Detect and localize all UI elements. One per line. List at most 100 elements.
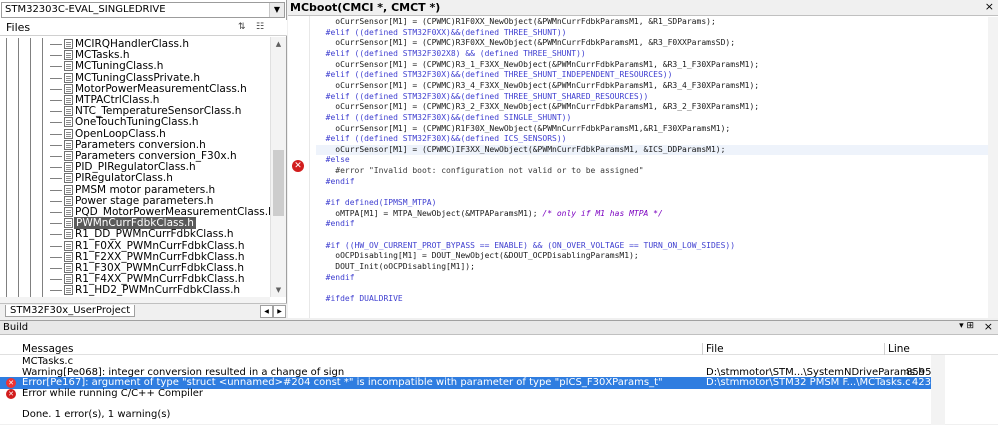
build-vertical-scrollbar[interactable] xyxy=(931,355,945,425)
close-icon[interactable]: × xyxy=(984,320,993,333)
tree-item[interactable]: MCTuningClassPrivate.h xyxy=(0,72,270,84)
tree-item[interactable]: OpenLoopClass.h xyxy=(0,128,270,140)
sort-icon[interactable]: ⇅ xyxy=(238,22,246,32)
tree-item[interactable]: NTC_TemperatureSensorClass.h xyxy=(0,105,270,117)
code-text: #if defined(IPMSM_MTPA) xyxy=(326,198,437,207)
tree-item-label: R1_F30X_PWMnCurrFdbkClass.h xyxy=(75,262,244,274)
tree-item[interactable]: Parameters conversion_F30x.h xyxy=(0,150,270,162)
tree-guide xyxy=(50,134,62,135)
error-marker-icon[interactable]: ✕ xyxy=(292,160,304,172)
header-file-icon xyxy=(64,39,73,49)
tree-vertical-scrollbar[interactable]: ▲ ▼ xyxy=(270,37,286,297)
tree-item[interactable]: R1_F30X_PWMnCurrFdbkClass.h xyxy=(0,262,270,274)
column-divider xyxy=(702,343,703,355)
code-line: #if defined(IPMSM_MTPA) xyxy=(316,198,436,208)
build-message: Done. 1 error(s), 1 warning(s) xyxy=(22,409,170,421)
tree-item[interactable]: PIRegulatorClass.h xyxy=(0,172,270,184)
tree-item-label: PMSM motor parameters.h xyxy=(75,184,215,196)
tree-item[interactable]: Power stage parameters.h xyxy=(0,195,270,207)
code-line: DOUT_Init(oOCPDisabling[M1]); xyxy=(316,262,475,272)
tree-item[interactable]: R1_F0XX_PWMnCurrFdbkClass.h xyxy=(0,240,270,252)
tree-item[interactable]: R1_HD2_PWMnCurrFdbkClass.h xyxy=(0,284,270,296)
code-text: oCurrSensor[M1] = (CPWMC)R3_1_F3XX_NewOb… xyxy=(335,60,759,69)
code-line: oCurrSensor[M1] = (CPWMC)R1F0XX_NewObjec… xyxy=(316,17,716,27)
editor-gutter: ✕ xyxy=(288,16,310,318)
header-file-icon xyxy=(64,185,73,195)
scroll-thumb[interactable] xyxy=(273,150,284,216)
scroll-up-icon[interactable]: ▲ xyxy=(271,37,286,51)
code-text: #endif xyxy=(326,273,355,282)
tree-guide xyxy=(50,234,62,235)
code-text: #elif ((defined STM32F30X)&&(defined THR… xyxy=(326,70,673,79)
tree-item[interactable]: R1_F4XX_PWMnCurrFdbkClass.h xyxy=(0,273,270,285)
tree-guide xyxy=(50,290,62,291)
error-icon: ✕ xyxy=(6,389,16,399)
tree-guide xyxy=(50,257,62,258)
tree-guide xyxy=(6,172,50,184)
tree-guide xyxy=(6,94,50,106)
code-line: #endif xyxy=(316,177,355,187)
tree-item[interactable]: MCTuningClass.h xyxy=(0,60,270,72)
editor-vertical-scrollbar[interactable] xyxy=(988,17,998,318)
tree-guide xyxy=(50,55,62,56)
close-icon[interactable]: × xyxy=(985,0,994,13)
code-comment: /* only if M1 has MTPA */ xyxy=(538,209,663,218)
tab-prev-icon[interactable]: ◀ xyxy=(260,305,273,318)
tree-guide xyxy=(6,60,50,72)
tree-item[interactable]: MCTasks.h xyxy=(0,49,270,61)
tree-item-label: PID_PIRegulatorClass.h xyxy=(75,161,196,173)
code-line: oCurrSensor[M1] = (CPWMC)IF3XX_NewObject… xyxy=(316,145,988,155)
tree-item-label: Parameters conversion_F30x.h xyxy=(75,150,237,162)
tree-guide xyxy=(6,284,50,296)
panel-options-icon[interactable]: ▾ ⊞ xyxy=(959,321,974,331)
scroll-down-icon[interactable]: ▼ xyxy=(271,283,286,297)
build-info-row[interactable]: Done. 1 error(s), 1 warning(s) xyxy=(0,409,998,421)
code-text: #else xyxy=(326,155,350,164)
configuration-select[interactable]: STM32303C-EVAL_SINGLEDRIVE ▼ xyxy=(1,2,285,18)
tab-next-icon[interactable]: ▶ xyxy=(273,305,286,318)
code-text: oCurrSensor[M1] = (CPWMC)R1F30X_NewObjec… xyxy=(335,124,730,133)
build-titlebar: Build ▾ ⊞ × xyxy=(0,321,998,335)
tree-guide xyxy=(50,190,62,191)
tree-item[interactable]: MotorPowerMeasurementClass.h xyxy=(0,83,270,95)
code-text: oOCPDisabling[M1] = DOUT_NewObject(&DOUT… xyxy=(335,251,638,260)
code-line: #elif ((defined STM32F30X)&&(defined THR… xyxy=(316,92,648,102)
column-messages[interactable]: Messages xyxy=(22,343,74,355)
header-file-icon xyxy=(64,117,73,127)
tree-item[interactable]: MCIRQHandlerClass.h xyxy=(0,38,270,50)
code-text: #elif ((defined STM32F30X)&&(defined THR… xyxy=(326,92,649,101)
tree-item[interactable]: R1_F2XX_PWMnCurrFdbkClass.h xyxy=(0,251,270,263)
header-file-icon xyxy=(64,241,73,251)
code-area[interactable]: oCurrSensor[M1] = (CPWMC)R1F0XX_NewObjec… xyxy=(316,17,988,318)
tree-item[interactable]: R1_DD_PWMnCurrFdbkClass.h xyxy=(0,228,270,240)
tree-item[interactable]: PQD_MotorPowerMeasurementClass.h xyxy=(0,206,270,218)
tree-item-label: Power stage parameters.h xyxy=(75,195,213,207)
code-text: #error "Invalid boot: configuration not … xyxy=(335,166,643,175)
tree-item[interactable]: Parameters conversion.h xyxy=(0,139,270,151)
editor-tab-title[interactable]: MCboot(CMCI *, CMCT *) xyxy=(290,1,440,14)
tree-guide xyxy=(6,161,50,173)
code-line: #ifdef DUALDRIVE xyxy=(316,294,403,304)
tree-item[interactable]: OneTouchTuningClass.h xyxy=(0,116,270,128)
tree-item[interactable]: PID_PIRegulatorClass.h xyxy=(0,161,270,173)
tree-guide xyxy=(6,206,50,218)
code-line: oCurrSensor[M1] = (CPWMC)R3_1_F3XX_NewOb… xyxy=(316,60,759,70)
column-line[interactable]: Line xyxy=(888,343,910,355)
code-text: oCurrSensor[M1] = (CPWMC)R3_2_F3XX_NewOb… xyxy=(335,102,759,111)
chevron-down-icon[interactable]: ▼ xyxy=(269,3,284,17)
code-text: #if ((HW_OV_CURRENT_PROT_BYPASS == ENABL… xyxy=(326,241,735,250)
project-tabbar: STM32F30x_UserProject ◀ ▶ xyxy=(0,303,287,318)
column-file[interactable]: File xyxy=(706,343,724,355)
code-line: #if ((HW_OV_CURRENT_PROT_BYPASS == ENABL… xyxy=(316,241,735,251)
tree-item[interactable]: PWMnCurrFdbkClass.h xyxy=(0,217,270,229)
tree-item-label: Parameters conversion.h xyxy=(75,139,206,151)
options-icon[interactable]: ☷ xyxy=(256,22,264,32)
tree-guide xyxy=(50,44,62,45)
tree-item[interactable]: MTPACtrlClass.h xyxy=(0,94,270,106)
header-file-icon xyxy=(64,73,73,83)
project-tab[interactable]: STM32F30x_UserProject xyxy=(5,305,135,317)
code-text: #elif ((defined STM32F0XX)&&(defined THR… xyxy=(326,28,567,37)
tree-item[interactable]: PMSM motor parameters.h xyxy=(0,184,270,196)
tree-guide xyxy=(50,122,62,123)
build-panel: Build ▾ ⊞ × Messages File Line MCTasks.c… xyxy=(0,320,998,424)
